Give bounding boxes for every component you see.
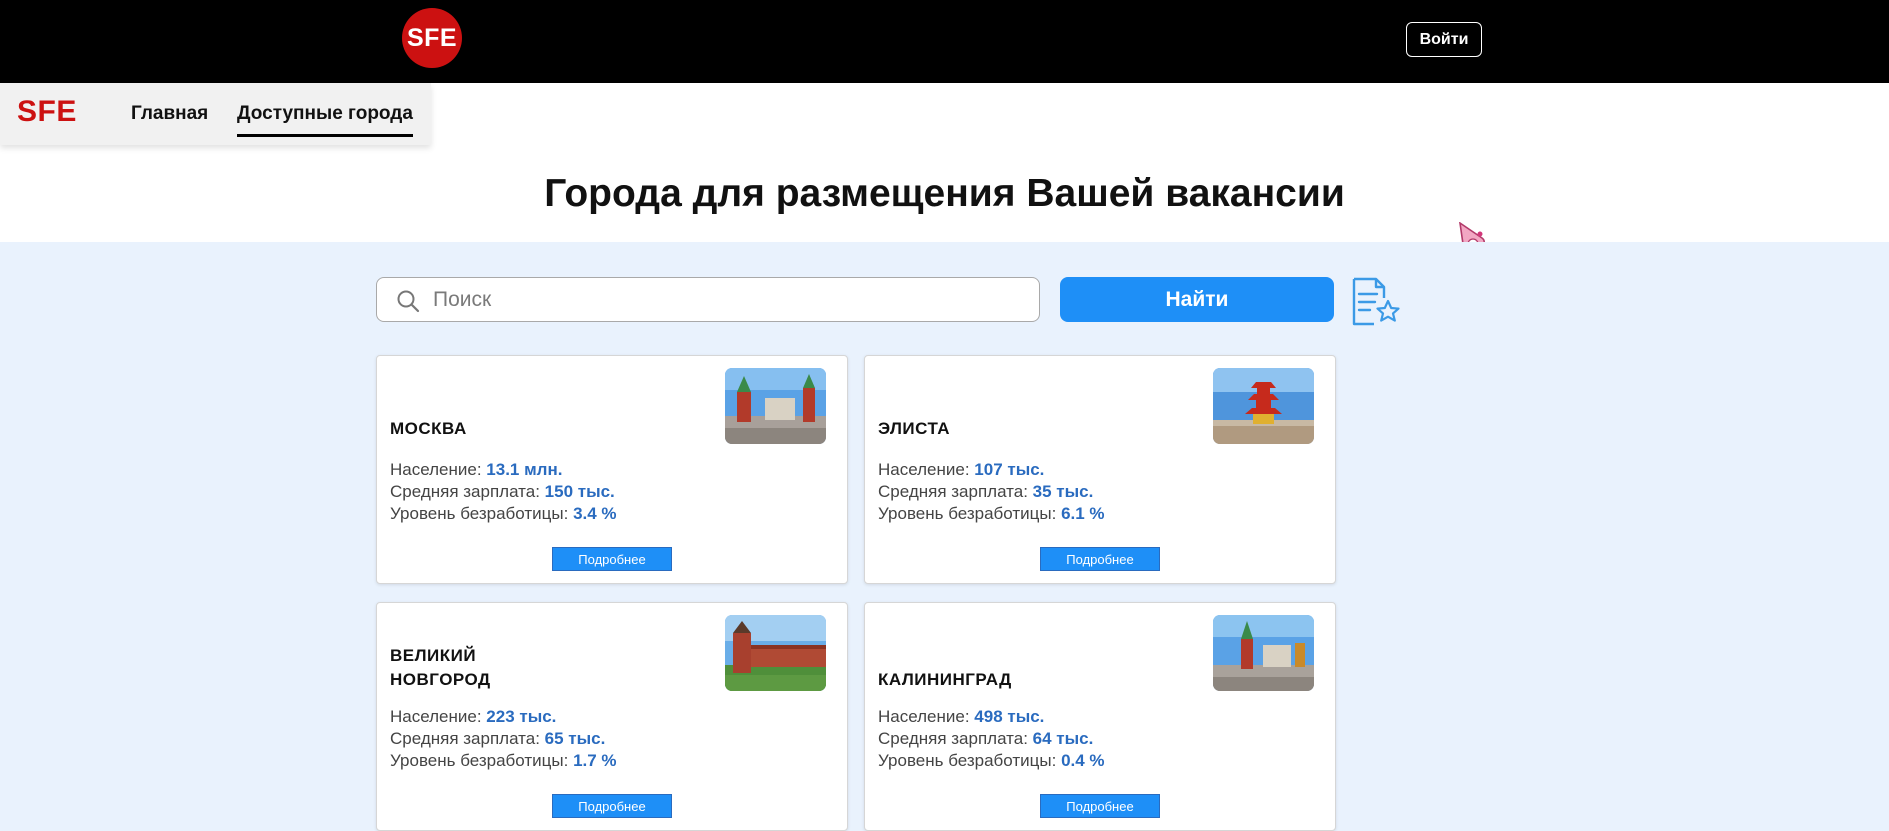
city-card-elista: ЭЛИСТА Население: 107 тыс. Средняя зарпл… (864, 355, 1336, 584)
unemployment-label: Уровень безработицы: (878, 504, 1057, 523)
unemployment-value: 3.4 % (573, 504, 617, 523)
city-card-kaliningrad: КАЛИНИНГРАД Население: 498 тыс. Средняя … (864, 602, 1336, 831)
city-stats: Население: 13.1 млн. Средняя зарплата: 1… (390, 459, 617, 525)
cities-content: Найти МОСКВА Население: 13.1 млн. Средня… (0, 242, 1889, 831)
login-button[interactable]: Войти (1406, 22, 1482, 57)
city-photo-veliky-novgorod (725, 615, 826, 691)
unemployment-value: 0.4 % (1061, 751, 1105, 770)
salary-label: Средняя зарплата: (878, 729, 1028, 748)
population-row: Население: 223 тыс. (390, 706, 617, 728)
salary-value: 35 тыс. (1032, 482, 1094, 501)
population-row: Население: 13.1 млн. (390, 459, 617, 481)
top-header: SFE Войти (0, 0, 1889, 83)
salary-label: Средняя зарплата: (878, 482, 1028, 501)
city-name: ЭЛИСТА (878, 419, 951, 438)
unemployment-label: Уровень безработицы: (878, 751, 1057, 770)
unemployment-value: 1.7 % (573, 751, 617, 770)
city-name-line: НОВГОРОД (390, 670, 491, 689)
city-photo-elista (1213, 368, 1314, 444)
population-label: Население: (878, 460, 970, 479)
salary-row: Средняя зарплата: 65 тыс. (390, 728, 617, 750)
sfe-logo[interactable]: SFE (402, 8, 462, 68)
population-row: Население: 107 тыс. (878, 459, 1105, 481)
city-name: КАЛИНИНГРАД (878, 670, 1012, 689)
details-button[interactable]: Подробнее (1040, 794, 1160, 818)
unemployment-row: Уровень безработицы: 1.7 % (390, 750, 617, 772)
population-label: Население: (390, 707, 482, 726)
salary-value: 150 тыс. (544, 482, 615, 501)
page-title: Города для размещения Вашей вакансии (544, 172, 1345, 215)
salary-label: Средняя зарплата: (390, 729, 540, 748)
city-stats: Население: 498 тыс. Средняя зарплата: 64… (878, 706, 1105, 772)
salary-label: Средняя зарплата: (390, 482, 540, 501)
unemployment-label: Уровень безработицы: (390, 504, 569, 523)
unemployment-row: Уровень безработицы: 3.4 % (390, 503, 617, 525)
details-button[interactable]: Подробнее (552, 794, 672, 818)
city-name: ВЕЛИКИЙ НОВГОРОД (390, 644, 491, 692)
salary-row: Средняя зарплата: 150 тыс. (390, 481, 617, 503)
details-button[interactable]: Подробнее (552, 547, 672, 571)
salary-value: 65 тыс. (544, 729, 606, 748)
population-label: Население: (390, 460, 482, 479)
nav-logo[interactable]: SFE (17, 95, 77, 129)
city-photo-kaliningrad (1213, 615, 1314, 691)
population-value: 13.1 млн. (486, 460, 563, 479)
city-stats: Население: 107 тыс. Средняя зарплата: 35… (878, 459, 1105, 525)
population-value: 107 тыс. (974, 460, 1045, 479)
document-star-icon[interactable] (1350, 276, 1404, 330)
search-box (376, 277, 1040, 322)
city-card-veliky-novgorod: ВЕЛИКИЙ НОВГОРОД Население: 223 тыс. Сре… (376, 602, 848, 831)
city-name: МОСКВА (390, 419, 467, 438)
population-row: Население: 498 тыс. (878, 706, 1105, 728)
city-card-moscow: МОСКВА Население: 13.1 млн. Средняя зарп… (376, 355, 848, 584)
unemployment-value: 6.1 % (1061, 504, 1105, 523)
population-value: 223 тыс. (486, 707, 557, 726)
nav-item-available-cities[interactable]: Доступные города (237, 103, 413, 137)
main-nav: SFE Главная Доступные города (0, 83, 431, 145)
unemployment-row: Уровень безработицы: 0.4 % (878, 750, 1105, 772)
population-value: 498 тыс. (974, 707, 1045, 726)
population-label: Население: (878, 707, 970, 726)
salary-row: Средняя зарплата: 35 тыс. (878, 481, 1105, 503)
nav-item-home[interactable]: Главная (131, 103, 208, 125)
city-name-line: ВЕЛИКИЙ (390, 646, 477, 665)
salary-value: 64 тыс. (1032, 729, 1094, 748)
unemployment-label: Уровень безработицы: (390, 751, 569, 770)
city-photo-moscow (725, 368, 826, 444)
city-stats: Население: 223 тыс. Средняя зарплата: 65… (390, 706, 617, 772)
search-input[interactable] (433, 284, 1023, 316)
search-icon (397, 290, 420, 313)
details-button[interactable]: Подробнее (1040, 547, 1160, 571)
salary-row: Средняя зарплата: 64 тыс. (878, 728, 1105, 750)
unemployment-row: Уровень безработицы: 6.1 % (878, 503, 1105, 525)
find-button[interactable]: Найти (1060, 277, 1334, 322)
